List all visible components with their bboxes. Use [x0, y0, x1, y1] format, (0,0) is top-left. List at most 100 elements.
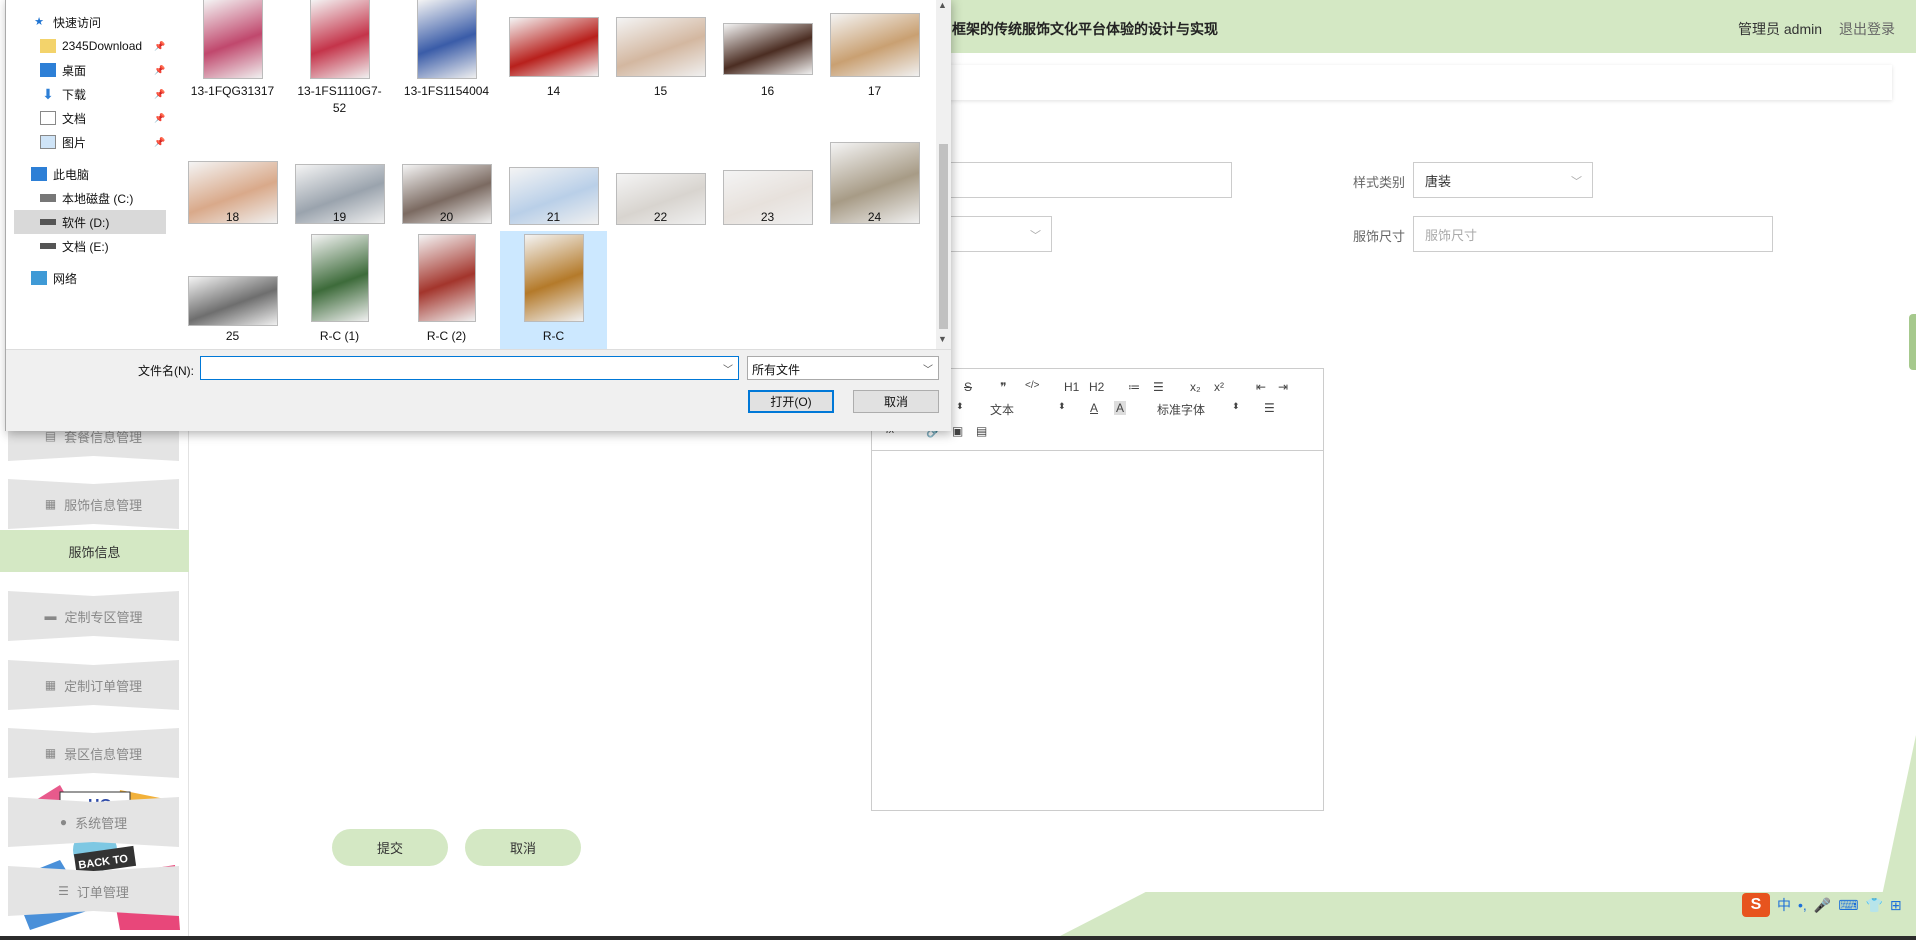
file-item[interactable]: 13-1FQG31317 [179, 0, 286, 117]
file-item[interactable]: 20 [393, 139, 500, 231]
nav-downloads[interactable]: ⬇ 下载 [40, 82, 86, 106]
size-placeholder: 服饰尺寸 [1425, 227, 1478, 243]
apps-icon[interactable]: ⊞ [1890, 897, 1902, 914]
submenu-clothing-info[interactable]: 服饰信息 [0, 530, 189, 572]
document-icon [40, 111, 56, 125]
ime-chinese-toggle[interactable]: 中 [1777, 895, 1791, 915]
file-item[interactable]: 15 [607, 0, 714, 117]
chevron-down-icon: ﹀ [1571, 176, 1582, 188]
scroll-down-icon[interactable]: ▼ [938, 334, 947, 344]
menu-order-management[interactable]: ☰ 订单管理 [8, 866, 179, 916]
cancel-button[interactable]: 取消 [465, 829, 581, 866]
bg-color-icon[interactable]: A [1114, 401, 1127, 415]
file-item[interactable]: R-C (2) [393, 231, 500, 349]
h1-button[interactable]: H1 [1064, 380, 1079, 394]
file-item[interactable]: 25 [179, 231, 286, 349]
skin-icon[interactable]: 👕 [1865, 897, 1882, 914]
file-item[interactable]: R-C [500, 231, 607, 349]
menu-custom-order-management[interactable]: ▦ 定制订单管理 [8, 660, 179, 710]
file-thumbnail [187, 276, 278, 326]
size-input[interactable]: 服饰尺寸 [1413, 216, 1773, 252]
decorative-corner-shape [1880, 735, 1916, 905]
file-name: 13-1FS1110G7- 52 [297, 84, 382, 115]
nav-desktop[interactable]: 桌面 [40, 58, 86, 82]
file-item[interactable]: 19 [286, 139, 393, 231]
nav-label: 图片 [62, 135, 87, 150]
nav-documents[interactable]: 文档 [40, 106, 86, 130]
quote-button[interactable]: ❞ [1000, 380, 1006, 394]
text-size-select[interactable]: 文本 [990, 401, 1014, 418]
image-icon[interactable]: ▣ [952, 424, 963, 438]
page-title: 框架的传统服饰文化平台体验的设计与实现 [952, 21, 1218, 37]
updown-icon: ⬍ [956, 401, 964, 411]
scrollbar-thumb[interactable] [939, 144, 948, 329]
h2-button[interactable]: H2 [1089, 380, 1104, 394]
bullet-list-button[interactable]: ☰ [1153, 380, 1164, 394]
nav-drive-d[interactable]: 软件 (D:) [14, 210, 166, 234]
chevron-down-icon: ﹀ [1030, 230, 1041, 242]
rich-text-editor[interactable]: S ❞ </> H1 H2 ≔ ☰ x₂ x² ⇤ ⇥ ⬍ 文本 ⬍ A A 标… [871, 368, 1324, 811]
file-item[interactable]: 16 [714, 0, 821, 117]
dialog-scrollbar[interactable]: ▲ ▼ [936, 0, 951, 349]
nav-pictures[interactable]: 图片 [40, 130, 86, 154]
open-button[interactable]: 打开(O) [748, 390, 834, 413]
file-item[interactable]: 21 [500, 139, 607, 231]
filename-input[interactable]: ﹀ [200, 356, 739, 380]
file-item[interactable]: 24 [821, 139, 928, 231]
pin-icon: 📌 [154, 137, 166, 147]
clothing-name-input[interactable] [940, 162, 1232, 198]
file-name: 25 [225, 329, 240, 343]
nav-2345download[interactable]: 2345Download [40, 34, 142, 58]
filetype-select[interactable]: 所有文件 ﹀ [747, 356, 939, 380]
font-color-icon[interactable]: A [1090, 401, 1098, 415]
nav-network[interactable]: 网络 [31, 266, 77, 290]
file-thumbnail [829, 13, 920, 77]
pin-icon: 📌 [154, 65, 166, 75]
file-item[interactable]: 23 [714, 139, 821, 231]
scroll-up-icon[interactable]: ▲ [938, 0, 947, 10]
menu-clothing-management[interactable]: ▦ 服饰信息管理 [8, 479, 179, 529]
ime-punctuation-toggle[interactable]: •, [1798, 897, 1807, 913]
strike-button[interactable]: S [964, 380, 972, 394]
file-item[interactable]: R-C (1) [286, 231, 393, 349]
nav-drive-c[interactable]: 本地磁盘 (C:) [40, 186, 133, 210]
file-item[interactable]: 13-1FS1154004 [393, 0, 500, 117]
sogou-logo-icon[interactable]: S [1742, 893, 1770, 917]
microphone-icon[interactable]: 🎤 [1814, 897, 1831, 914]
nav-this-pc[interactable]: 此电脑 [31, 162, 89, 186]
nav-quick-access[interactable]: ★ 快速访问 [31, 10, 101, 34]
file-item[interactable]: 22 [607, 139, 714, 231]
keyboard-icon[interactable]: ⌨ [1838, 897, 1858, 914]
indent-button[interactable]: ⇥ [1278, 380, 1288, 394]
menu-system-management[interactable]: ● 系统管理 [8, 797, 179, 847]
align-icon[interactable]: ☰ [1264, 401, 1275, 415]
video-icon[interactable]: ▤ [976, 424, 987, 438]
superscript-button[interactable]: x² [1214, 380, 1224, 394]
nav-label: 软件 (D:) [62, 215, 110, 230]
file-thumbnail [417, 234, 476, 322]
chevron-down-icon[interactable]: ﹀ [723, 361, 733, 376]
submit-button[interactable]: 提交 [332, 829, 448, 866]
page-scrollbar-handle[interactable] [1909, 314, 1916, 370]
subscript-button[interactable]: x₂ [1190, 380, 1201, 394]
menu-scenic-management[interactable]: ▦ 景区信息管理 [8, 728, 179, 778]
font-family-select[interactable]: 标准字体 [1157, 401, 1205, 418]
file-item[interactable]: 18 [179, 139, 286, 231]
ordered-list-button[interactable]: ≔ [1128, 380, 1140, 394]
file-item[interactable]: 13-1FS1110G7- 52 [286, 0, 393, 117]
file-item[interactable]: 14 [500, 0, 607, 117]
style-select[interactable]: 唐装 ﹀ [1413, 162, 1593, 198]
grid-icon: ▦ [44, 497, 57, 511]
list-icon: ▤ [44, 429, 57, 443]
code-button[interactable]: </> [1025, 380, 1039, 391]
menu-label: 系统管理 [75, 815, 128, 831]
file-name: 22 [653, 210, 668, 224]
nav-drive-e[interactable]: 文档 (E:) [40, 234, 109, 258]
logout-link[interactable]: 退出登录 [1839, 19, 1895, 39]
dialog-cancel-button[interactable]: 取消 [853, 390, 939, 413]
menu-custom-zone-management[interactable]: ▬ 定制专区管理 [8, 591, 179, 641]
file-thumbnail [310, 234, 369, 322]
file-item[interactable]: 17 [821, 0, 928, 117]
outdent-button[interactable]: ⇤ [1256, 380, 1266, 394]
category-select[interactable]: ﹀ [940, 216, 1052, 252]
